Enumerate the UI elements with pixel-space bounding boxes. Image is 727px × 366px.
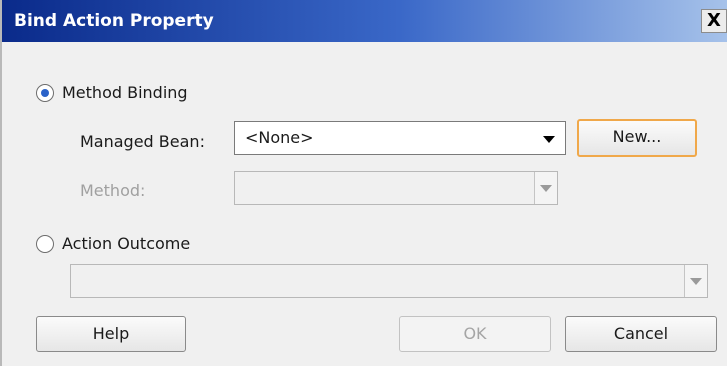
new-button[interactable]: New... bbox=[577, 119, 697, 157]
managed-bean-value: <None> bbox=[245, 128, 314, 147]
action-outcome-dropdown[interactable] bbox=[70, 264, 708, 298]
bind-action-property-dialog: Bind Action Property X Method Binding Ma… bbox=[0, 0, 727, 366]
managed-bean-label: Managed Bean: bbox=[80, 132, 205, 151]
left-border bbox=[0, 0, 2, 366]
chevron-down-icon bbox=[540, 185, 552, 192]
help-button[interactable]: Help bbox=[36, 316, 186, 352]
dialog-title: Bind Action Property bbox=[14, 11, 214, 31]
radio-selected-dot bbox=[41, 89, 49, 97]
action-outcome-label[interactable]: Action Outcome bbox=[62, 234, 190, 253]
close-icon: X bbox=[707, 10, 721, 31]
managed-bean-dropdown[interactable]: <None> bbox=[234, 121, 566, 155]
action-outcome-radio[interactable] bbox=[36, 235, 54, 253]
title-bar: Bind Action Property X bbox=[0, 0, 727, 42]
method-dropdown-arrow bbox=[534, 172, 557, 204]
method-binding-label[interactable]: Method Binding bbox=[62, 83, 188, 102]
chevron-down-icon bbox=[690, 278, 702, 285]
action-outcome-dropdown-arrow bbox=[684, 265, 707, 297]
method-binding-radio[interactable] bbox=[36, 84, 54, 102]
cancel-button[interactable]: Cancel bbox=[565, 316, 717, 352]
chevron-down-icon bbox=[543, 136, 555, 143]
dialog-body: Method Binding Managed Bean: <None> New.… bbox=[0, 42, 727, 366]
ok-button[interactable]: OK bbox=[399, 316, 551, 352]
close-button[interactable]: X bbox=[701, 9, 727, 33]
method-label: Method: bbox=[80, 181, 146, 200]
method-dropdown[interactable] bbox=[234, 171, 558, 205]
